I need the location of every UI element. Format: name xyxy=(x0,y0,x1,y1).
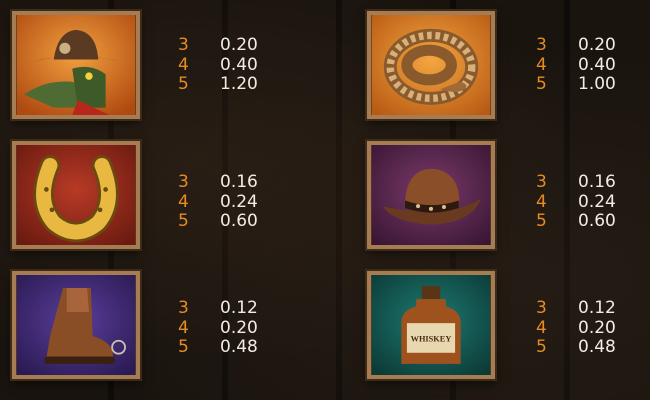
payout-row: 5 1.20 xyxy=(178,74,298,95)
symbol-count: 3 xyxy=(178,35,189,55)
payout-cowboy-hat: 3 0.16 4 0.24 5 0.60 xyxy=(536,172,650,232)
payout-row: 4 0.20 xyxy=(178,317,298,339)
payout-value: 0.20 xyxy=(220,317,258,338)
payout-value: 0.20 xyxy=(220,35,258,55)
payout-row: 3 0.20 xyxy=(178,35,298,56)
payout-value: 0.60 xyxy=(220,211,258,231)
alligator-cowboy-icon xyxy=(16,15,136,115)
symbol-count: 4 xyxy=(178,191,189,212)
payout-row: 5 0.60 xyxy=(178,211,298,232)
payout-value: 0.48 xyxy=(578,337,616,357)
payout-row: 5 1.00 xyxy=(536,74,650,95)
symbol-rattlesnake xyxy=(367,11,495,119)
payout-value: 0.60 xyxy=(578,211,616,231)
payout-value: 0.24 xyxy=(220,191,258,212)
payout-row: 5 0.48 xyxy=(178,337,298,358)
symbol-count: 5 xyxy=(178,337,189,357)
horseshoe-icon xyxy=(16,145,136,245)
symbol-count: 5 xyxy=(178,211,189,231)
symbol-horseshoe xyxy=(12,141,140,249)
symbol-count: 3 xyxy=(178,172,189,192)
symbol-count: 5 xyxy=(536,74,547,94)
symbol-cowboy-hat xyxy=(367,141,495,249)
payout-rattlesnake: 3 0.20 4 0.40 5 1.00 xyxy=(536,35,650,95)
payout-row: 4 0.24 xyxy=(178,191,298,213)
payout-value: 0.20 xyxy=(578,317,616,338)
symbol-cowboy-boot xyxy=(12,271,140,379)
payout-row: 3 0.16 xyxy=(178,172,298,193)
payout-row: 4 0.24 xyxy=(536,191,650,213)
payout-row: 5 0.60 xyxy=(536,211,650,232)
payout-row: 3 0.20 xyxy=(536,35,650,56)
symbol-count: 3 xyxy=(536,172,547,192)
symbol-count: 3 xyxy=(536,35,547,55)
payout-row: 4 0.40 xyxy=(536,54,650,76)
rattlesnake-icon xyxy=(371,15,491,115)
cowboy-boot-icon xyxy=(16,275,136,375)
payout-value: 0.16 xyxy=(578,172,616,192)
payout-value: 0.12 xyxy=(578,298,616,318)
payout-value: 0.16 xyxy=(220,172,258,192)
payout-row: 4 0.40 xyxy=(178,54,298,76)
symbol-count: 4 xyxy=(536,191,547,212)
symbol-count: 4 xyxy=(536,54,547,75)
whiskey-bottle-icon: WHISKEY xyxy=(371,275,491,375)
payout-value: 0.48 xyxy=(220,337,258,357)
symbol-count: 3 xyxy=(178,298,189,318)
symbol-count: 5 xyxy=(178,74,189,94)
payout-value: 0.40 xyxy=(220,54,258,75)
payout-horseshoe: 3 0.16 4 0.24 5 0.60 xyxy=(178,172,298,232)
payout-cowboy-boot: 3 0.12 4 0.20 5 0.48 xyxy=(178,298,298,358)
payout-value: 0.12 xyxy=(220,298,258,318)
payout-row: 4 0.20 xyxy=(536,317,650,339)
payout-value: 1.20 xyxy=(220,74,258,94)
payout-value: 0.24 xyxy=(578,191,616,212)
payout-value: 1.00 xyxy=(578,74,616,94)
symbol-count: 5 xyxy=(536,211,547,231)
cowboy-hat-icon xyxy=(371,145,491,245)
symbol-count: 4 xyxy=(178,317,189,338)
payout-row: 5 0.48 xyxy=(536,337,650,358)
symbol-alligator-cowboy xyxy=(12,11,140,119)
payout-row: 3 0.12 xyxy=(536,298,650,319)
symbol-count: 4 xyxy=(536,317,547,338)
payout-whiskey-bottle: 3 0.12 4 0.20 5 0.48 xyxy=(536,298,650,358)
payout-value: 0.40 xyxy=(578,54,616,75)
symbol-count: 3 xyxy=(536,298,547,318)
symbol-count: 5 xyxy=(536,337,547,357)
symbol-count: 4 xyxy=(178,54,189,75)
payout-alligator-cowboy: 3 0.20 4 0.40 5 1.20 xyxy=(178,35,298,95)
payout-value: 0.20 xyxy=(578,35,616,55)
payout-row: 3 0.16 xyxy=(536,172,650,193)
payout-row: 3 0.12 xyxy=(178,298,298,319)
symbol-whiskey-bottle: WHISKEY xyxy=(367,271,495,379)
whiskey-label-text: WHISKEY xyxy=(411,335,452,344)
